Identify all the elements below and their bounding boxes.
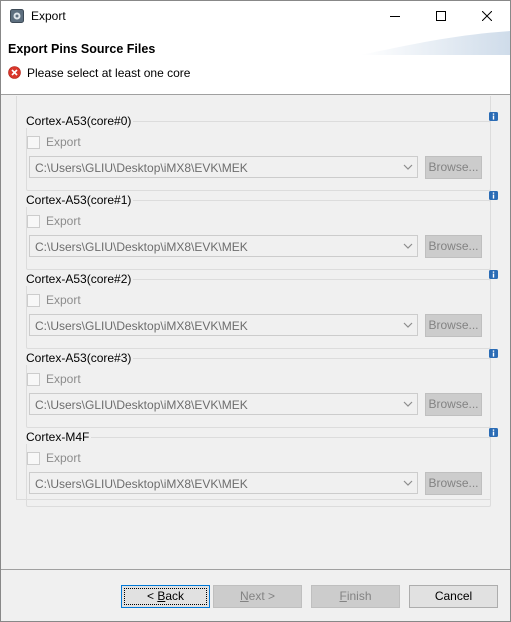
path-combobox[interactable]: C:\Users\GLIU\Desktop\iMX8\EVK\MEK [29,393,418,415]
next-button[interactable]: Next > [213,585,302,608]
info-icon[interactable] [489,349,498,358]
browse-button[interactable]: Browse... [425,393,482,416]
browse-button[interactable]: Browse... [425,472,482,495]
export-checkbox-label: Export [46,293,81,307]
minimize-icon [390,16,400,17]
export-app-icon [10,9,24,23]
chevron-down-icon [403,243,413,249]
info-icon[interactable] [489,191,498,200]
next-mnemonic: N [239,589,249,603]
core-group: Cortex-A53(core#1) Export C:\Users\GLIU\… [17,191,498,270]
export-checkbox[interactable] [27,135,40,149]
chevron-down-icon [403,480,413,486]
error-icon [8,66,21,79]
core-group: Cortex-M4F Export C:\Users\GLIU\Desktop\… [17,428,498,507]
browse-button[interactable]: Browse... [425,156,482,179]
maximize-button[interactable] [418,1,464,31]
export-checkbox-label: Export [46,135,81,149]
back-button[interactable]: < Back [121,585,210,608]
path-value: C:\Users\GLIU\Desktop\iMX8\EVK\MEK [35,240,248,254]
group-label: Cortex-A53(core#1) [24,193,134,207]
export-checkbox[interactable] [27,372,40,386]
export-checkbox-row: Export [27,450,81,466]
export-checkbox-label: Export [46,214,81,228]
path-combobox[interactable]: C:\Users\GLIU\Desktop\iMX8\EVK\MEK [29,235,418,257]
group-label: Cortex-A53(core#2) [24,272,134,286]
chevron-down-icon [403,322,413,328]
group-label: Cortex-A53(core#3) [24,351,134,365]
group-label: Cortex-M4F [24,430,92,444]
info-icon[interactable] [489,428,498,437]
core-group: Cortex-A53(core#0) Export C:\Users\GLIU\… [17,112,498,191]
export-dialog: Export Export Pins Source Files Please s… [0,0,511,622]
export-checkbox-row: Export [27,292,81,308]
focus-rect [124,588,207,605]
window-title: Export [31,9,66,23]
export-checkbox[interactable] [27,214,40,228]
export-checkbox-row: Export [27,134,81,150]
wizard-title: Export Pins Source Files [8,42,156,56]
core-group: Cortex-A53(core#3) Export C:\Users\GLIU\… [17,349,498,428]
close-button[interactable] [464,1,510,31]
wizard-content: Cortex-A53(core#0) Export C:\Users\GLIU\… [1,96,510,569]
error-message: Please select at least one core [27,66,191,80]
chevron-down-icon [403,164,413,170]
path-combobox[interactable]: C:\Users\GLIU\Desktop\iMX8\EVK\MEK [29,472,418,494]
export-checkbox[interactable] [27,451,40,465]
group-label: Cortex-A53(core#0) [24,114,134,128]
path-combobox[interactable]: C:\Users\GLIU\Desktop\iMX8\EVK\MEK [29,314,418,336]
next-rest: ext > [248,589,276,603]
close-icon [482,11,492,21]
path-combobox[interactable]: C:\Users\GLIU\Desktop\iMX8\EVK\MEK [29,156,418,178]
minimize-button[interactable] [372,1,418,31]
path-value: C:\Users\GLIU\Desktop\iMX8\EVK\MEK [35,319,248,333]
browse-button[interactable]: Browse... [425,314,482,337]
finish-button[interactable]: Finish [311,585,400,608]
path-value: C:\Users\GLIU\Desktop\iMX8\EVK\MEK [35,398,248,412]
browse-button[interactable]: Browse... [425,235,482,258]
footer-separator [1,569,510,570]
cancel-button[interactable]: Cancel [409,585,498,608]
export-checkbox[interactable] [27,293,40,307]
wizard-header: Export Pins Source Files Please select a… [1,31,510,95]
info-icon[interactable] [489,112,498,121]
path-value: C:\Users\GLIU\Desktop\iMX8\EVK\MEK [35,161,248,175]
info-icon[interactable] [489,270,498,279]
core-group: Cortex-A53(core#2) Export C:\Users\GLIU\… [17,270,498,349]
title-bar: Export [1,1,510,31]
path-value: C:\Users\GLIU\Desktop\iMX8\EVK\MEK [35,477,248,491]
export-checkbox-row: Export [27,371,81,387]
export-checkbox-label: Export [46,372,81,386]
export-checkbox-label: Export [46,451,81,465]
maximize-icon [436,11,446,21]
banner-decoration [360,31,510,55]
export-checkbox-row: Export [27,213,81,229]
chevron-down-icon [403,401,413,407]
finish-rest: inish [346,589,372,603]
finish-mnemonic: F [339,589,347,603]
